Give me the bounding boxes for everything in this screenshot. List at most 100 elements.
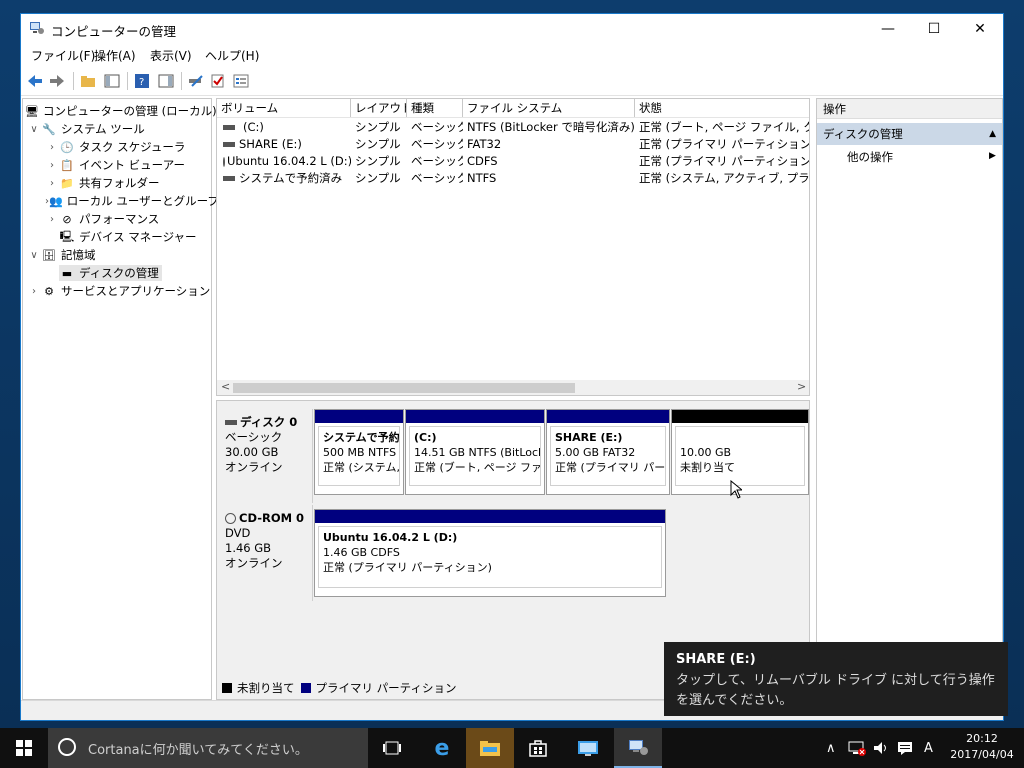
chevron-right-icon[interactable]: › xyxy=(27,286,41,297)
storage-icon: 🗄 xyxy=(42,248,56,262)
taskbar-app[interactable] xyxy=(564,728,612,768)
performance-icon: ⊘ xyxy=(62,212,72,226)
submenu-arrow-icon: ▶ xyxy=(989,151,996,161)
tree-item-shared-folders[interactable]: › 📁 共有フォルダー xyxy=(23,174,211,192)
tree-item-root[interactable]: 🖥 コンピューターの管理 (ローカル) xyxy=(23,102,217,120)
system-clock[interactable]: 20:12 2017/04/04 xyxy=(944,731,1020,765)
toolbar-separator xyxy=(127,72,128,90)
maximize-button[interactable]: ☐ xyxy=(911,14,957,44)
users-icon: 👥 xyxy=(49,194,63,208)
taskbar-store[interactable] xyxy=(514,728,562,768)
connect-drive-icon[interactable] xyxy=(187,72,205,90)
back-icon[interactable] xyxy=(26,72,44,90)
toolbar: ? xyxy=(21,66,1003,96)
chevron-down-icon[interactable]: ∨ xyxy=(27,250,41,261)
more-actions-item[interactable]: 他の操作 xyxy=(847,149,893,165)
tree-item-system-tools[interactable]: ∨ 🔧 システム ツール xyxy=(23,120,211,138)
shared-folder-icon: 📁 xyxy=(60,176,74,190)
chevron-down-icon[interactable]: ∨ xyxy=(27,124,41,135)
cd-drive-icon xyxy=(225,513,236,524)
tree-item-performance[interactable]: › ⊘ パフォーマンス xyxy=(23,210,211,228)
mouse-cursor-icon xyxy=(730,479,744,502)
taskbar-file-explorer[interactable] xyxy=(466,728,514,768)
menu-help[interactable]: ヘルプ(H) xyxy=(205,47,259,64)
show-hide-action-pane-icon[interactable] xyxy=(157,72,175,90)
drive-icon xyxy=(223,142,235,147)
column-header-volume[interactable]: ボリューム xyxy=(217,99,351,117)
edge-icon: e xyxy=(434,735,450,761)
notification-icon xyxy=(898,742,912,755)
network-tray-button[interactable] xyxy=(848,728,866,768)
toast-body: タップして、リムーバブル ドライブ に対して行う操作を選んでください。 xyxy=(676,673,995,708)
tree-item-task-scheduler[interactable]: › 🕒 タスク スケジューラ xyxy=(23,138,211,156)
checklist-icon[interactable] xyxy=(209,72,227,90)
chevron-up-icon: ∧ xyxy=(826,740,836,756)
start-button[interactable] xyxy=(0,728,48,768)
column-header-status[interactable]: 状態 xyxy=(635,99,809,117)
partition-color-bar xyxy=(406,410,544,423)
scrollbar-thumb[interactable] xyxy=(233,383,575,393)
menu-view[interactable]: 表示(V) xyxy=(150,47,192,64)
tree-item-services-apps[interactable]: › ⚙ サービスとアプリケーション xyxy=(23,282,211,300)
taskbar: Cortanaに何か聞いてみてください。 e ∧ A 20:12 2017/04… xyxy=(0,728,1024,768)
tree-item-disk-management[interactable]: ▬ ディスクの管理 xyxy=(23,264,211,282)
chevron-right-icon[interactable]: › xyxy=(45,142,59,153)
table-row[interactable]: (C:) シンプル ベーシック NTFS (BitLocker で暗号化済み) … xyxy=(217,119,809,136)
actions-section-disk-management[interactable]: ディスクの管理 ▲ xyxy=(817,123,1002,145)
collapse-up-icon[interactable]: ▲ xyxy=(989,123,996,145)
cortana-icon xyxy=(58,738,76,756)
chevron-right-icon[interactable]: › xyxy=(45,160,59,171)
legend-primary-swatch xyxy=(300,683,311,693)
properties-icon[interactable] xyxy=(232,72,250,90)
column-header-type[interactable]: 種類 xyxy=(407,99,463,117)
title-bar[interactable]: コンピューターの管理 — ☐ ✕ xyxy=(21,14,1003,44)
menu-action[interactable]: 操作(A) xyxy=(94,47,136,64)
table-row[interactable]: システムで予約済み シンプル ベーシック NTFS 正常 (システム, アクティ… xyxy=(217,170,809,187)
cortana-search-box[interactable]: Cortanaに何か聞いてみてください。 xyxy=(48,728,368,768)
folder-icon xyxy=(480,741,500,756)
column-header-filesystem[interactable]: ファイル システム xyxy=(463,99,635,117)
table-row[interactable]: SHARE (E:) シンプル ベーシック FAT32 正常 (プライマリ パー… xyxy=(217,136,809,153)
partition-ubuntu-d[interactable]: Ubuntu 16.04.2 L (D:) 1.46 GB CDFS 正常 (プ… xyxy=(314,509,666,597)
legend-unallocated-label: 未割り当て xyxy=(237,681,295,695)
tree-item-device-manager[interactable]: 🖳 デバイス マネージャー xyxy=(23,228,211,246)
tree-item-local-users[interactable]: › 👥 ローカル ユーザーとグループ xyxy=(23,192,219,210)
taskbar-computer-management[interactable] xyxy=(614,728,662,768)
show-hide-tree-icon[interactable] xyxy=(103,72,121,90)
maximize-icon: ☐ xyxy=(927,21,941,37)
task-view-button[interactable] xyxy=(368,728,416,768)
partition-c[interactable]: (C:) 14.51 GB NTFS (BitLocker 正常 (ブート, ペ… xyxy=(405,409,545,495)
tree-item-storage[interactable]: ∨ 🗄 記憶域 xyxy=(23,246,211,264)
column-header-layout[interactable]: レイアウト xyxy=(351,99,407,117)
toast-notification[interactable]: SHARE (E:) タップして、リムーバブル ドライブ に対して行う操作を選ん… xyxy=(664,642,1008,716)
speaker-icon xyxy=(874,742,886,754)
chevron-right-icon[interactable]: › xyxy=(45,178,59,189)
partition-system-reserved[interactable]: システムで予約済 500 MB NTFS 正常 (システム, ア xyxy=(314,409,404,495)
disk-0-label[interactable]: ディスク 0 ベーシック 30.00 GB オンライン xyxy=(217,409,313,503)
taskbar-edge[interactable]: e xyxy=(418,728,466,768)
horizontal-scrollbar[interactable]: < > xyxy=(217,380,809,395)
show-hidden-icons-button[interactable]: ∧ xyxy=(826,728,836,768)
device-manager-icon: 🖳 xyxy=(59,229,75,243)
tree-item-event-viewer[interactable]: › 📋 イベント ビューアー xyxy=(23,156,211,174)
minimize-button[interactable]: — xyxy=(865,14,911,44)
volume-list: ボリューム レイアウト 種類 ファイル システム 状態 (C:) シンプル ベー… xyxy=(216,98,810,396)
computer-management-icon xyxy=(629,740,648,755)
svg-text:?: ? xyxy=(139,77,144,88)
forward-icon[interactable] xyxy=(48,72,66,90)
help-icon[interactable]: ? xyxy=(133,72,151,90)
action-center-button[interactable] xyxy=(896,728,914,768)
close-button[interactable]: ✕ xyxy=(957,14,1003,44)
cdrom-0-label[interactable]: CD-ROM 0 DVD 1.46 GB オンライン xyxy=(217,505,313,601)
table-row[interactable]: Ubuntu 16.04.2 L (D:) シンプル ベーシック CDFS 正常… xyxy=(217,153,809,170)
up-folder-icon[interactable] xyxy=(79,72,97,90)
scroll-right-icon[interactable]: > xyxy=(797,380,806,393)
chevron-right-icon[interactable]: › xyxy=(45,214,59,225)
disk-0-row: ディスク 0 ベーシック 30.00 GB オンライン システムで予約済 500… xyxy=(217,405,809,503)
volume-tray-button[interactable] xyxy=(872,728,890,768)
scroll-left-icon[interactable]: < xyxy=(221,380,230,393)
ime-indicator[interactable]: A xyxy=(924,728,933,768)
menu-file[interactable]: ファイル(F) xyxy=(31,47,95,64)
partition-share-e[interactable]: SHARE (E:) 5.00 GB FAT32 正常 (プライマリ パーティ xyxy=(546,409,670,495)
legend-unallocated-swatch xyxy=(222,683,232,693)
